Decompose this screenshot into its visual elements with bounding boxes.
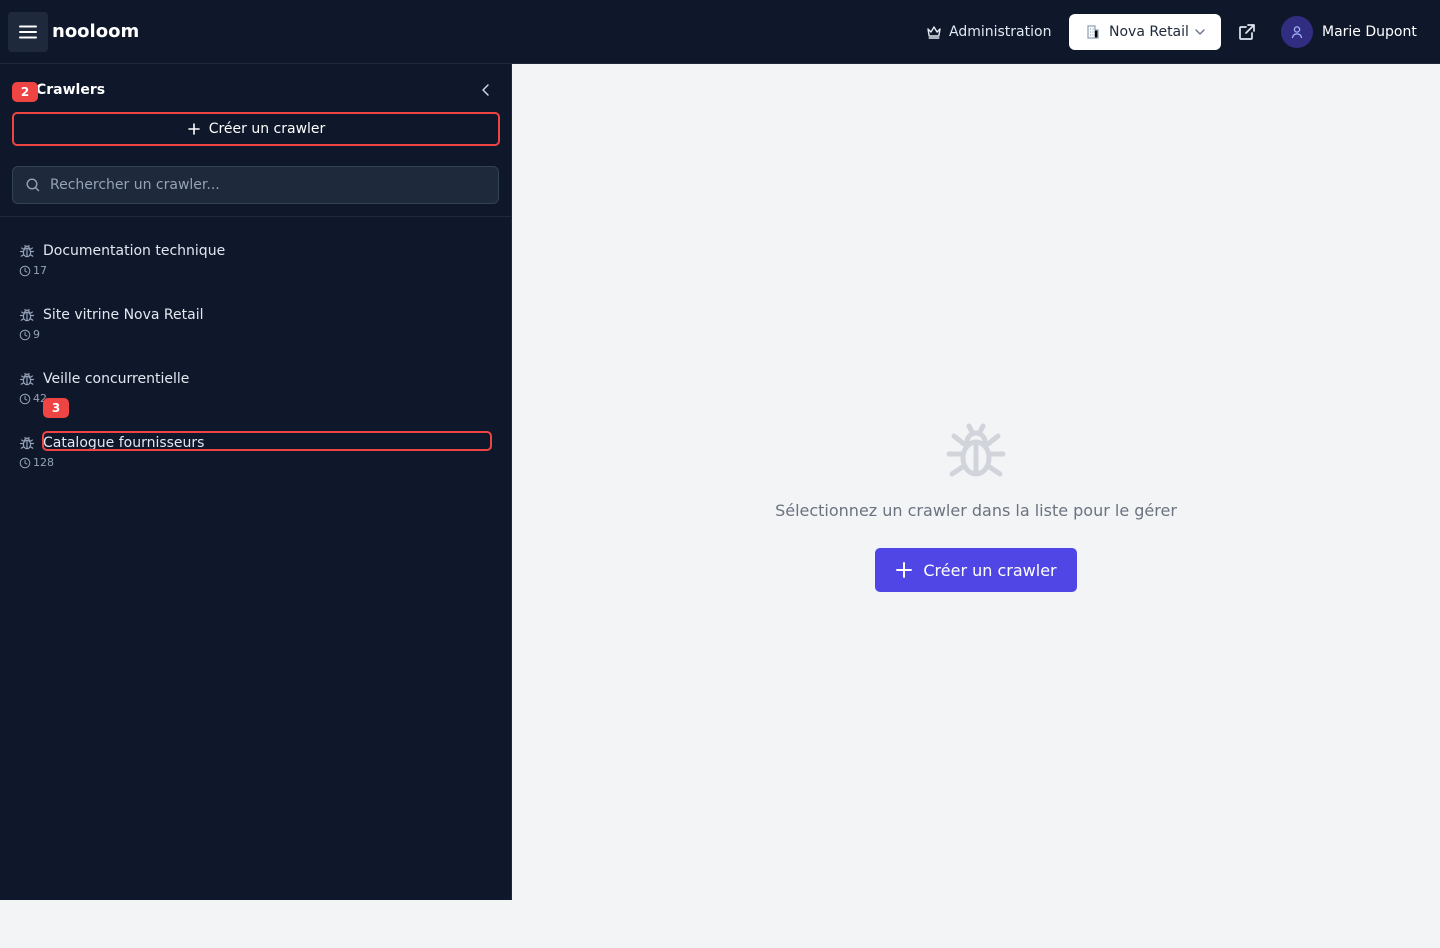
sidebar-title: Crawlers	[36, 82, 106, 98]
bug-icon	[19, 308, 35, 322]
crawler-sidebar: Crawlers 2 Créer un crawler Documentatio…	[0, 64, 512, 900]
crawler-item-site-vitrine[interactable]: Site vitrine Nova Retail 9	[0, 298, 511, 354]
crawler-name: Veille concurrentielle	[43, 371, 190, 387]
divider	[0, 216, 511, 217]
avatar	[1281, 16, 1313, 48]
crawler-name: Site vitrine Nova Retail	[43, 307, 204, 323]
create-crawler-button[interactable]: Créer un crawler	[12, 112, 500, 146]
crawler-count: 17	[33, 264, 47, 277]
crawler-count: 9	[33, 328, 40, 341]
crawler-item-documentation[interactable]: Documentation technique 17	[0, 234, 511, 290]
annotation-badge: 2	[12, 82, 38, 102]
search-icon	[26, 178, 40, 192]
highlight-outline	[42, 431, 492, 451]
search-input[interactable]	[50, 177, 470, 193]
user-name: Marie Dupont	[1322, 24, 1417, 40]
external-link-button[interactable]	[1235, 20, 1259, 44]
building-icon	[1087, 25, 1099, 39]
bug-icon	[19, 244, 35, 258]
search-box	[12, 166, 499, 204]
create-crawler-label: Créer un crawler	[208, 121, 326, 137]
chevron-down-icon	[1195, 29, 1205, 35]
organization-select[interactable]: Nova Retail	[1069, 14, 1221, 50]
crawler-name: Documentation technique	[43, 243, 226, 259]
brand-logo[interactable]: nooloom	[52, 20, 139, 44]
administration-label: Administration	[949, 24, 1052, 40]
plus-icon	[896, 562, 913, 578]
annotation-badge: 3	[43, 398, 69, 418]
crawler-meta: 17	[19, 264, 47, 278]
clock-icon	[19, 329, 31, 341]
chevron-left-icon	[482, 84, 489, 96]
crawler-meta: 128	[19, 456, 54, 470]
user-icon	[1291, 26, 1303, 39]
menu-button[interactable]	[8, 12, 48, 52]
crawler-count: 128	[33, 456, 54, 469]
clock-icon	[19, 393, 31, 405]
bug-icon	[946, 423, 1006, 477]
crawler-meta: 9	[19, 328, 40, 342]
plus-icon	[187, 123, 200, 135]
external-link-icon	[1239, 24, 1255, 40]
clock-icon	[19, 457, 31, 469]
clock-icon	[19, 265, 31, 277]
administration-link[interactable]: Administration	[926, 20, 1051, 44]
collapse-sidebar-button[interactable]	[477, 81, 495, 99]
create-crawler-main-label: Créer un crawler	[923, 560, 1057, 580]
bug-icon	[19, 436, 35, 450]
bug-icon	[19, 372, 35, 386]
crawler-item-veille[interactable]: Veille concurrentielle 42	[0, 362, 511, 418]
menu-icon	[19, 25, 37, 39]
crawler-item-catalogue[interactable]: Catalogue fournisseurs 128	[0, 426, 511, 482]
create-crawler-main-button[interactable]: Créer un crawler	[875, 548, 1077, 592]
user-menu[interactable]: Marie Dupont	[1281, 16, 1417, 48]
top-bar: nooloom Administration Nova Retail Marie…	[0, 0, 1440, 64]
organization-label: Nova Retail	[1109, 24, 1189, 40]
crown-icon	[927, 26, 941, 39]
empty-state-text: Sélectionnez un crawler dans la liste po…	[775, 501, 1177, 520]
